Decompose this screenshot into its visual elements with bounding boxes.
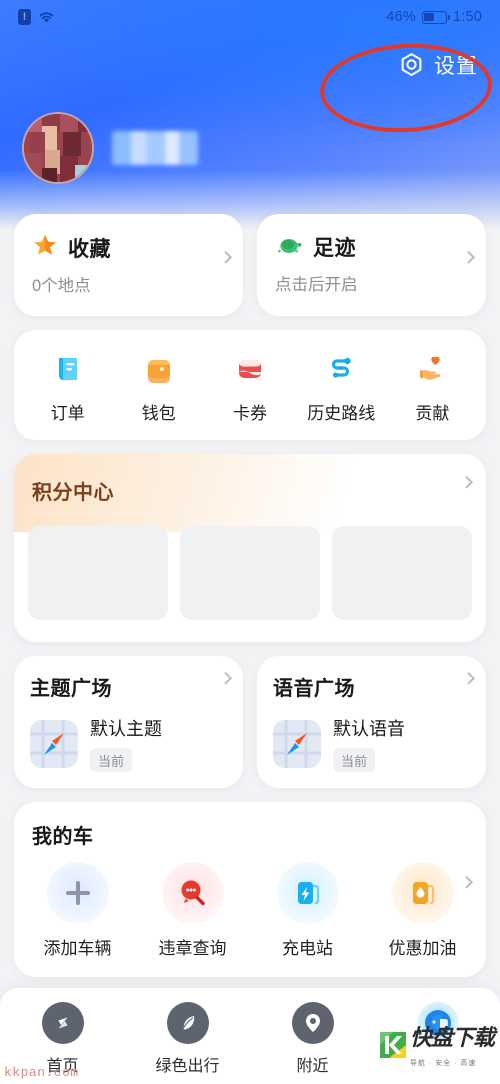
quick-link-label: 贡献 <box>415 404 450 423</box>
coupon-card-icon <box>231 350 269 388</box>
car-item-fuel-discount[interactable]: 优惠加油 <box>365 862 480 959</box>
clock-label: 1:50 <box>452 9 482 25</box>
watermark-logo-sub: 导航 · 安全 · 高速 <box>409 1060 477 1067</box>
status-bar-left: ! <box>18 9 55 25</box>
violation-search-icon <box>161 862 224 924</box>
my-car-grid: 添加车辆 违章查询 充电站 优惠加油 <box>14 850 486 959</box>
voice-plaza-card[interactable]: 语音广场 默认语音 当前 <box>257 656 486 788</box>
quick-link-coupon[interactable]: 卡券 <box>204 350 295 424</box>
status-bar: ! 46% 1:50 <box>0 0 500 34</box>
plus-icon <box>46 862 109 924</box>
my-car-header[interactable]: 我的车 <box>14 818 486 889</box>
car-item-add-vehicle[interactable]: 添加车辆 <box>20 862 135 959</box>
shortcut-card-row: 收藏 0个地点 足迹 点击后开启 <box>0 214 500 316</box>
profile-block[interactable] <box>22 112 198 184</box>
compass-icon <box>41 1002 84 1044</box>
theme-name: 默认主题 <box>90 719 162 739</box>
profile-header: ! 46% 1:50 设置 <box>0 0 500 230</box>
star-icon <box>32 232 58 263</box>
quick-link-label: 历史路线 <box>307 404 376 423</box>
car-item-label: 违章查询 <box>158 939 227 958</box>
leaf-icon <box>166 1002 209 1044</box>
chevron-right-icon <box>460 475 474 489</box>
wallet-icon <box>140 350 178 388</box>
my-car-card: 我的车 添加车辆 违章查询 充电站 优惠加油 <box>14 802 486 977</box>
charging-station-icon <box>276 862 339 924</box>
voice-name: 默认语音 <box>333 719 405 739</box>
footprints-head: 足迹 <box>275 232 468 262</box>
car-item-label: 优惠加油 <box>388 939 457 958</box>
my-car-title: 我的车 <box>32 825 94 848</box>
route-history-icon <box>322 350 360 388</box>
fuel-pump-icon <box>391 862 454 924</box>
skeleton-placeholder <box>180 526 320 620</box>
car-item-label: 充电站 <box>282 939 333 958</box>
car-item-charging-station[interactable]: 充电站 <box>250 862 365 959</box>
points-center-title: 积分中心 <box>32 481 114 504</box>
map-compass-thumb <box>273 719 321 768</box>
status-bar-right: 46% 1:50 <box>386 9 482 25</box>
theme-plaza-title: 主题广场 <box>30 678 112 700</box>
settings-button[interactable]: 设置 <box>398 50 478 80</box>
voice-plaza-title: 语音广场 <box>273 678 355 700</box>
theme-plaza-info: 默认主题 当前 <box>90 715 162 772</box>
watermark-logo-text: 快盘下载 <box>409 1025 495 1050</box>
theme-plaza-card[interactable]: 主题广场 默认主题 当前 <box>14 656 243 788</box>
hex-gear-icon <box>398 52 425 79</box>
username-redacted <box>112 131 198 165</box>
map-compass-thumb <box>30 719 78 768</box>
footprints-card[interactable]: 足迹 点击后开启 <box>257 214 486 316</box>
status-badge: 当前 <box>90 748 133 772</box>
points-center-card[interactable]: 积分中心 <box>14 454 486 642</box>
site-watermark: kkpan.com <box>4 1065 79 1080</box>
tab-green-travel[interactable]: 绿色出行 <box>125 1002 250 1076</box>
skeleton-placeholder <box>28 526 168 620</box>
car-item-violation-search[interactable]: 违章查询 <box>135 862 250 959</box>
quick-link-wallet[interactable]: 钱包 <box>113 350 204 424</box>
voice-plaza-body: 默认语音 当前 <box>273 715 470 772</box>
main-content: 收藏 0个地点 足迹 点击后开启 订单 钱包 卡券 历史路线 贡献 积分中心 主… <box>0 214 500 1081</box>
quick-link-route-history[interactable]: 历史路线 <box>296 350 387 424</box>
avatar[interactable] <box>22 112 94 184</box>
settings-label: 设置 <box>434 55 478 78</box>
tab-nearby[interactable]: 附近 <box>250 1002 375 1076</box>
skeleton-placeholder <box>332 526 472 620</box>
car-item-label: 添加车辆 <box>43 939 112 958</box>
favorites-card[interactable]: 收藏 0个地点 <box>14 214 243 316</box>
quick-link-label: 订单 <box>50 404 85 423</box>
footprints-title: 足迹 <box>313 237 356 260</box>
quick-link-label: 卡券 <box>233 404 267 423</box>
points-center-header: 积分中心 <box>14 470 486 510</box>
favorites-head: 收藏 <box>32 232 225 263</box>
theme-plaza-body: 默认主题 当前 <box>30 715 227 772</box>
wifi-icon <box>38 10 55 24</box>
tab-label: 附近 <box>296 1058 329 1075</box>
quick-link-label: 钱包 <box>141 404 176 423</box>
plaza-card-row: 主题广场 默认主题 当前 语音广场 默认语音 当前 <box>0 656 500 788</box>
location-pin-icon <box>291 1002 334 1044</box>
app-root: ! 46% 1:50 设置 收藏 0个地点 足迹 点击后开启 订单 钱包 卡券 … <box>0 0 500 1084</box>
alert-badge-icon: ! <box>18 9 31 25</box>
k-logo-icon <box>379 1032 406 1058</box>
watermark-text-block: 快盘下载 导航 · 安全 · 高速 <box>409 1020 495 1070</box>
quick-link-order[interactable]: 订单 <box>22 350 113 424</box>
status-badge: 当前 <box>333 748 376 772</box>
voice-plaza-info: 默认语音 当前 <box>333 715 405 772</box>
quick-link-contribution[interactable]: 贡献 <box>387 350 478 424</box>
points-skeleton-row <box>14 510 486 620</box>
hand-heart-icon <box>413 350 451 388</box>
turtle-icon <box>275 233 303 262</box>
quick-links-card: 订单 钱包 卡券 历史路线 贡献 <box>14 330 486 440</box>
battery-percent-label: 46% <box>386 9 416 25</box>
footprints-subtitle: 点击后开启 <box>275 276 358 294</box>
battery-icon <box>421 10 450 24</box>
favorites-title: 收藏 <box>68 237 111 261</box>
favorites-subtitle: 0个地点 <box>32 277 91 295</box>
download-logo-watermark: 快盘下载 导航 · 安全 · 高速 <box>379 1020 495 1070</box>
tab-label: 绿色出行 <box>155 1058 220 1075</box>
order-book-icon <box>49 350 87 388</box>
